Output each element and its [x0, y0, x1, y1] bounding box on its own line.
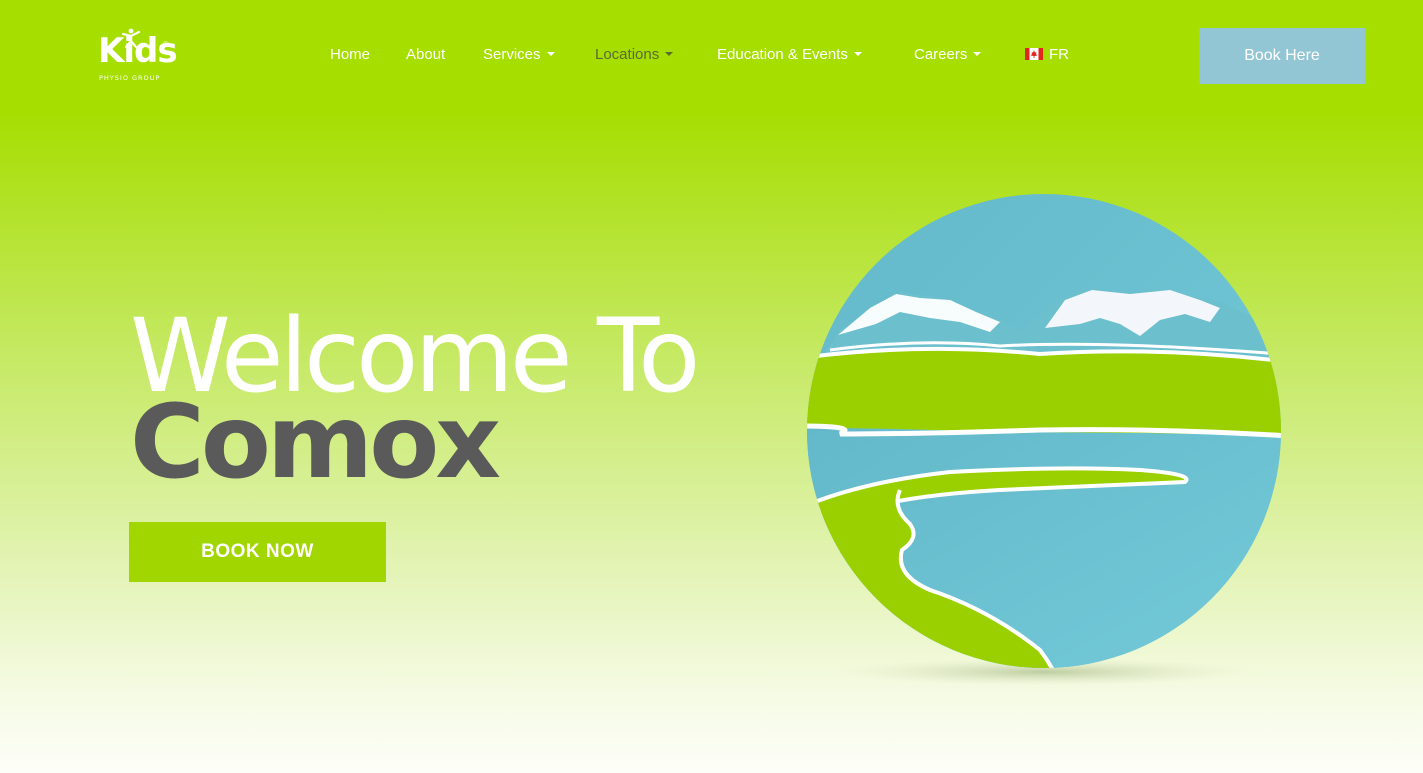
- chevron-down-icon: [546, 52, 555, 57]
- chevron-down-icon: [973, 52, 982, 57]
- nav-label-home: Home: [330, 46, 371, 63]
- hero-title-line2: Comox: [130, 383, 501, 502]
- chevron-down-icon: [853, 52, 862, 57]
- nav-item-education-events[interactable]: Education & Events: [717, 44, 862, 66]
- language-label: FR: [1049, 46, 1069, 63]
- nav-item-home[interactable]: Home: [330, 44, 370, 66]
- nav-label-services: Services: [483, 46, 541, 63]
- book-here-button[interactable]: Book Here: [1199, 28, 1365, 84]
- nav-item-services[interactable]: Services: [483, 44, 555, 66]
- nav-label-careers: Careers: [914, 46, 968, 63]
- nav-item-locations[interactable]: Locations: [595, 44, 674, 66]
- logo-subtext: PHYSIO GROUP: [99, 74, 161, 82]
- canada-flag-icon: [1025, 48, 1043, 60]
- book-now-button[interactable]: BOOK NOW: [129, 522, 386, 582]
- nav-label-about: About: [406, 46, 446, 63]
- globe: [807, 194, 1281, 668]
- comox-landscape-illustration: [807, 194, 1281, 686]
- nav-item-careers[interactable]: Careers: [914, 44, 982, 66]
- nav-item-about[interactable]: About: [406, 44, 445, 66]
- language-switcher[interactable]: FR: [1025, 44, 1069, 66]
- chevron-down-icon: [665, 52, 674, 57]
- nav-label-education-events: Education & Events: [717, 46, 848, 63]
- nav-label-locations: Locations: [595, 46, 660, 63]
